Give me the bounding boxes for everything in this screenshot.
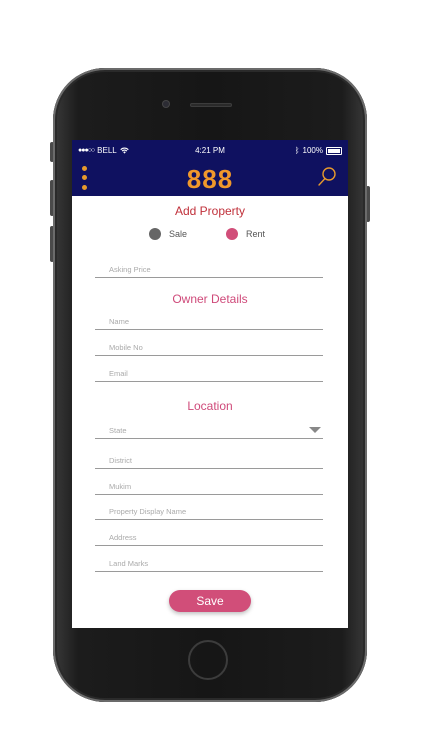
page-title: Add Property <box>174 204 246 218</box>
landmarks-field[interactable]: Land Marks <box>95 551 323 572</box>
landmarks-placeholder: Land Marks <box>109 559 149 568</box>
search-icon[interactable] <box>316 166 338 188</box>
radio-rent-label: Rent <box>246 229 266 239</box>
app-bar: 888 <box>72 160 348 196</box>
battery-percent: 100% <box>302 146 323 155</box>
home-button[interactable] <box>188 640 228 680</box>
radio-sale[interactable]: Sale <box>149 228 187 240</box>
front-camera <box>162 100 170 108</box>
mobile-field[interactable]: Mobile No <box>95 335 323 356</box>
asking-price-field[interactable]: Asking Price <box>95 257 323 278</box>
earpiece-speaker <box>190 103 232 107</box>
app-screen: ●●●○○ BELL 4:21 PM ᛒ 100% 888 Add Proper… <box>72 140 348 628</box>
save-button[interactable]: Save <box>169 590 251 612</box>
bluetooth-icon: ᛒ <box>294 146 300 155</box>
state-dropdown[interactable]: State <box>95 418 323 439</box>
listing-type-radio-group: Sale Rent <box>72 228 348 244</box>
name-placeholder: Name <box>109 317 130 326</box>
name-field[interactable]: Name <box>95 309 323 330</box>
district-field[interactable]: District <box>95 448 323 469</box>
address-field[interactable]: Address <box>95 525 323 546</box>
mukim-placeholder: Mukim <box>109 482 132 491</box>
email-field[interactable]: Email <box>95 361 323 382</box>
radio-rent-indicator <box>226 228 238 240</box>
mukim-field[interactable]: Mukim <box>95 474 323 495</box>
state-placeholder: State <box>109 426 127 435</box>
app-logo: 888 <box>186 164 234 194</box>
dropdown-arrow-icon <box>309 427 321 433</box>
location-heading: Location <box>187 399 233 413</box>
radio-sale-indicator <box>149 228 161 240</box>
address-placeholder: Address <box>109 533 137 542</box>
battery-icon <box>326 146 342 155</box>
district-placeholder: District <box>109 456 132 465</box>
owner-details-heading: Owner Details <box>172 292 248 306</box>
mobile-placeholder: Mobile No <box>109 343 143 352</box>
property-display-name-field[interactable]: Property Display Name <box>95 499 323 520</box>
property-display-name-placeholder: Property Display Name <box>109 507 187 516</box>
radio-rent[interactable]: Rent <box>226 228 265 240</box>
asking-price-placeholder: Asking Price <box>109 265 151 274</box>
radio-sale-label: Sale <box>169 229 188 239</box>
status-bar: ●●●○○ BELL 4:21 PM ᛒ 100% <box>72 140 348 160</box>
email-placeholder: Email <box>109 369 128 378</box>
